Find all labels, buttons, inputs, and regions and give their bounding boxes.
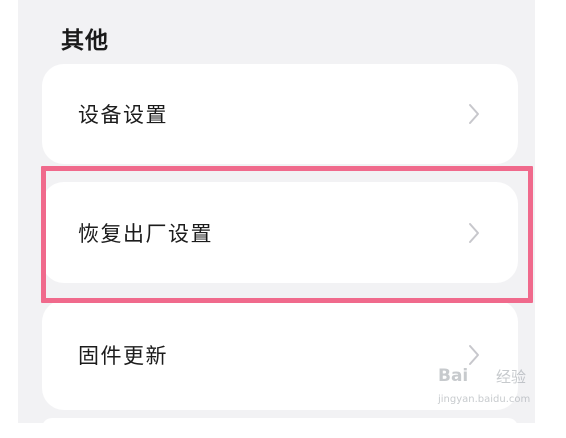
settings-item-label: 设备设置	[78, 103, 168, 127]
chevron-right-icon	[469, 104, 479, 124]
settings-item-partial[interactable]	[42, 418, 518, 438]
settings-item-label: 固件更新	[78, 344, 168, 368]
chevron-right-icon	[469, 222, 479, 243]
chevron-right-icon	[469, 345, 479, 365]
settings-item-firmware-update[interactable]: 固件更新	[42, 300, 518, 410]
section-title: 其他	[61, 28, 109, 54]
settings-item-factory-reset[interactable]: 恢复出厂设置	[42, 182, 518, 283]
settings-item-device-settings[interactable]: 设备设置	[42, 64, 518, 164]
settings-item-label: 恢复出厂设置	[78, 221, 213, 246]
